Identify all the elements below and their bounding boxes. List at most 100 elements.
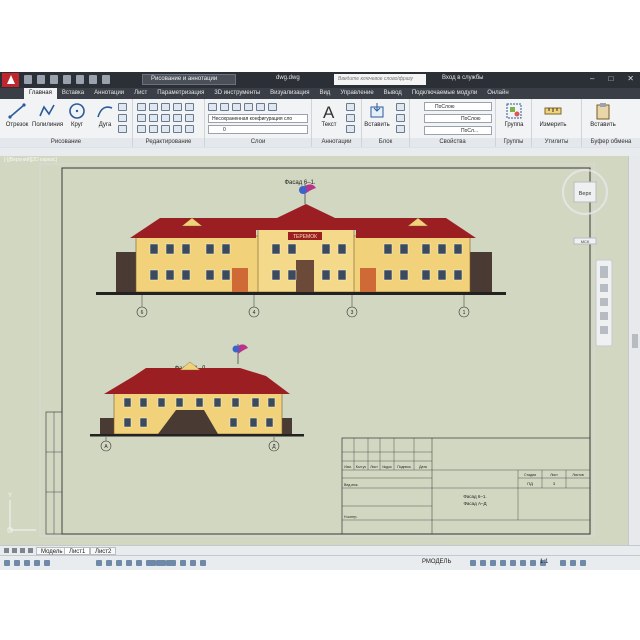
redo-icon[interactable] <box>102 75 110 84</box>
otrack-icon[interactable] <box>96 560 102 566</box>
break-icon[interactable] <box>173 125 182 133</box>
minimize-icon[interactable]: – <box>590 74 594 83</box>
tab-insert[interactable]: Вставка <box>57 88 89 99</box>
quick-view-drawings-icon[interactable] <box>160 560 166 566</box>
table-icon[interactable] <box>346 125 355 133</box>
rotate-icon[interactable] <box>149 103 158 111</box>
snap-icon[interactable] <box>4 560 10 566</box>
steering-status-icon[interactable] <box>190 560 196 566</box>
save-icon[interactable] <box>50 75 58 84</box>
chamfer-icon[interactable] <box>185 125 194 133</box>
sign-in-link[interactable]: Вход в службы <box>442 75 484 81</box>
tab-manage[interactable]: Управление <box>335 88 378 99</box>
tpy-icon[interactable] <box>136 560 142 566</box>
insert-block-button[interactable]: Вставить <box>362 102 392 128</box>
arc-button[interactable]: Дуга <box>90 102 120 128</box>
gradient-icon[interactable] <box>118 125 127 133</box>
tab-layout[interactable]: Лист <box>129 88 152 99</box>
tab-parametric[interactable]: Параметризация <box>152 88 209 99</box>
panel-layers-title[interactable]: Слои <box>205 138 311 147</box>
create-block-icon[interactable] <box>396 103 405 111</box>
layer-freeze-icon[interactable] <box>244 103 253 111</box>
last-layout-icon[interactable] <box>28 548 33 553</box>
viewcube[interactable]: Верх МСК <box>562 169 608 245</box>
measure-button[interactable]: Измерить <box>538 102 568 128</box>
prev-layout-icon[interactable] <box>12 548 17 553</box>
panel-block-title[interactable]: Блок <box>362 138 409 147</box>
block-attributes-icon[interactable] <box>396 125 405 133</box>
annotation-scale-icon[interactable] <box>470 560 476 566</box>
layer-lock-icon[interactable] <box>256 103 265 111</box>
current-layer-combo[interactable]: 0 <box>208 125 308 134</box>
layer-state-combo[interactable]: Несохраненная конфигурация сло <box>208 114 308 123</box>
pan-status-icon[interactable] <box>170 560 176 566</box>
showmotion-icon[interactable] <box>600 326 608 334</box>
trim-icon[interactable] <box>161 103 170 111</box>
tab-annotate[interactable]: Аннотации <box>89 88 129 99</box>
copy-icon[interactable] <box>137 114 146 122</box>
circle-button[interactable]: Круг <box>62 102 92 128</box>
next-layout-icon[interactable] <box>20 548 25 553</box>
lock-icon[interactable] <box>510 560 516 566</box>
panel-annotation-title[interactable]: Аннотации <box>312 138 361 147</box>
zoom-status-icon[interactable] <box>180 560 186 566</box>
grid-icon[interactable] <box>14 560 20 566</box>
layer-isolate-icon[interactable] <box>232 103 241 111</box>
maximize-icon[interactable]: □ <box>608 74 613 83</box>
panel-draw-title[interactable]: Рисование <box>0 138 132 147</box>
polyline-button[interactable]: Полилиния <box>32 102 63 128</box>
scale-icon[interactable] <box>149 125 158 133</box>
pan-icon[interactable] <box>600 284 608 292</box>
color-combo[interactable]: ПоСлою <box>424 102 492 111</box>
undo-icon[interactable] <box>89 75 97 84</box>
join-icon[interactable] <box>161 125 170 133</box>
layer-off-icon[interactable] <box>220 103 229 111</box>
tab-output[interactable]: Вывод <box>379 88 407 99</box>
open-icon[interactable] <box>37 75 45 84</box>
mirror-icon[interactable] <box>149 114 158 122</box>
line-button[interactable]: Отрезок <box>2 102 32 128</box>
offset-icon[interactable] <box>185 114 194 122</box>
hardware-accel-icon[interactable] <box>520 560 526 566</box>
panel-groups-title[interactable]: Группы <box>496 138 531 147</box>
panel-clipboard-title[interactable]: Буфер обмена <box>582 138 640 147</box>
notification-icon[interactable] <box>570 560 576 566</box>
annotation-scale[interactable]: 1:1 <box>540 559 548 565</box>
vertical-scrollbar[interactable] <box>628 156 640 545</box>
scroll-thumb[interactable] <box>632 334 638 348</box>
polar-icon[interactable] <box>34 560 40 566</box>
group-button[interactable]: Группа <box>499 102 529 128</box>
model-space-toggle[interactable]: РМОДЕЛЬ <box>422 559 451 565</box>
text-button[interactable]: A Текст <box>314 102 344 128</box>
ducs-icon[interactable] <box>106 560 112 566</box>
quick-view-layouts-icon[interactable] <box>150 560 156 566</box>
panel-modify-title[interactable]: Редактирование <box>133 138 204 147</box>
move-icon[interactable] <box>137 103 146 111</box>
fillet-icon[interactable] <box>161 114 170 122</box>
wcs-menu[interactable]: МСК <box>581 239 590 244</box>
drawing-canvas[interactable]: [-][Верхний][2D каркас] Фасад 6–1. ТЕРЕМ… <box>0 156 628 545</box>
lwt-icon[interactable] <box>126 560 132 566</box>
array-icon[interactable] <box>173 114 182 122</box>
dyn-icon[interactable] <box>116 560 122 566</box>
lineweight-combo[interactable]: ПоСл... <box>424 126 492 135</box>
edit-block-icon[interactable] <box>396 114 405 122</box>
stretch-icon[interactable] <box>137 125 146 133</box>
zoom-icon[interactable] <box>600 298 608 306</box>
settings-icon[interactable] <box>560 560 566 566</box>
workspace-selector[interactable]: Рисование и аннотации <box>142 74 236 85</box>
search-input[interactable]: Введите ключевое слово/фразу <box>334 74 426 85</box>
tab-view[interactable]: Вид <box>314 88 335 99</box>
tab-model[interactable]: Модель <box>36 547 68 555</box>
viewcube-face-label[interactable]: Верх <box>579 191 592 197</box>
save-as-icon[interactable] <box>63 75 71 84</box>
tab-sheet2[interactable]: Лист2 <box>90 547 117 555</box>
layer-properties-icon[interactable] <box>208 103 217 111</box>
layer-match-icon[interactable] <box>268 103 277 111</box>
ortho-icon[interactable] <box>24 560 30 566</box>
app-logo-button[interactable] <box>2 73 19 87</box>
isolate-objects-icon[interactable] <box>530 560 536 566</box>
orbit-icon[interactable] <box>600 312 608 320</box>
showmotion-status-icon[interactable] <box>200 560 206 566</box>
hatch-icon[interactable] <box>118 114 127 122</box>
